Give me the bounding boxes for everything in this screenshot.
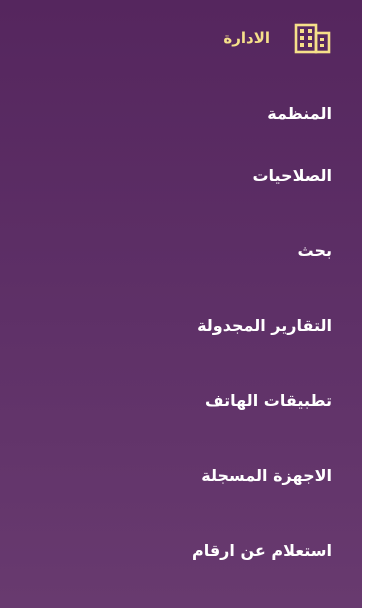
menu-item-permissions[interactable]: الصلاحيات [192,138,332,213]
menu-header-admin[interactable]: الادارة [223,18,332,58]
menu-item-organization[interactable]: المنظمة [192,88,332,138]
page-edge [362,0,372,608]
building-icon [292,18,332,58]
menu-item-scheduled-reports[interactable]: التقارير المجدولة [192,288,332,363]
admin-menu-panel: الادارة المنظمة الصلاحيات بحث التقارير ا… [0,0,362,608]
admin-menu-list: المنظمة الصلاحيات بحث التقارير المجدولة … [192,88,332,588]
menu-item-search[interactable]: بحث [192,213,332,288]
menu-item-registered-devices[interactable]: الاجهزة المسجلة [192,438,332,513]
menu-header-label: الادارة [223,29,270,47]
menu-item-mobile-apps[interactable]: تطبيقات الهاتف [192,363,332,438]
menu-item-number-inquiry[interactable]: استعلام عن ارقام [192,513,332,588]
